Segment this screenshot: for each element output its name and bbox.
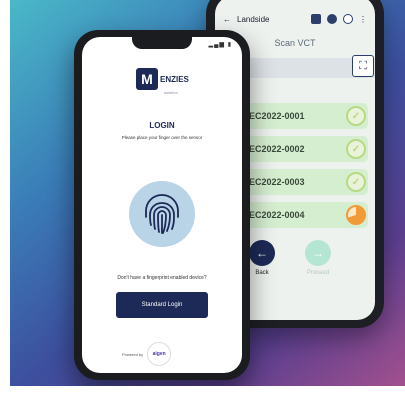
phone-notch	[132, 37, 192, 49]
logo-subtitle: aviation	[164, 90, 178, 95]
scan-icon[interactable]: ⛶	[352, 55, 374, 77]
logo-initial: M	[136, 68, 158, 90]
powered-by-label: Powered by	[122, 351, 144, 357]
location-icon[interactable]	[327, 14, 337, 24]
fingerprint-icon	[145, 194, 179, 234]
aigen-logo: aigen	[147, 342, 172, 366]
fingerprint-question: Don't have a fingerprint enabled device?	[117, 275, 207, 281]
powered-by: Powered by aigen	[122, 342, 172, 366]
login-instruction: Please place your finger over the sensor	[121, 135, 203, 140]
standard-login-button[interactable]: Standard Login	[116, 292, 208, 318]
check-icon: ✓	[346, 172, 366, 192]
logo-text: ENZIES	[160, 74, 189, 84]
bottom-border	[0, 386, 405, 396]
phone-front: ▂▄▆ ▮ M ENZIES aviation LOGIN Please pla…	[74, 30, 250, 380]
bell-icon[interactable]	[311, 14, 321, 24]
fingerprint-sensor[interactable]	[129, 181, 195, 247]
login-heading: LOGIN	[149, 121, 175, 130]
check-icon: ✓	[346, 139, 366, 159]
screen-name: Landside	[237, 14, 270, 24]
menzies-logo: M ENZIES	[136, 65, 192, 93]
login-screen: ▂▄▆ ▮ M ENZIES aviation LOGIN Please pla…	[82, 37, 242, 373]
arrow-right-icon: →	[305, 240, 331, 266]
back-arrow-icon[interactable]: ←	[223, 15, 231, 24]
check-icon: ✓	[346, 106, 366, 126]
back-label: Back	[255, 270, 269, 276]
progress-ring-icon: ●	[346, 205, 366, 225]
app-bar: ← Landside ⋮	[215, 8, 375, 30]
user-icon[interactable]	[343, 14, 353, 24]
proceed-label: Proceed	[306, 270, 330, 276]
back-button[interactable]: ← Back	[249, 240, 275, 276]
background: ← Landside ⋮ Scan VCT ⛶ R-14DEC2022-0001…	[10, 0, 405, 386]
status-icons: ▂▄▆ ▮	[208, 42, 232, 48]
proceed-button[interactable]: → Proceed	[305, 240, 331, 276]
arrow-left-icon: ←	[249, 240, 275, 266]
bottom-nav: ← Back → Proceed	[249, 240, 331, 276]
more-icon[interactable]: ⋮	[359, 15, 367, 24]
